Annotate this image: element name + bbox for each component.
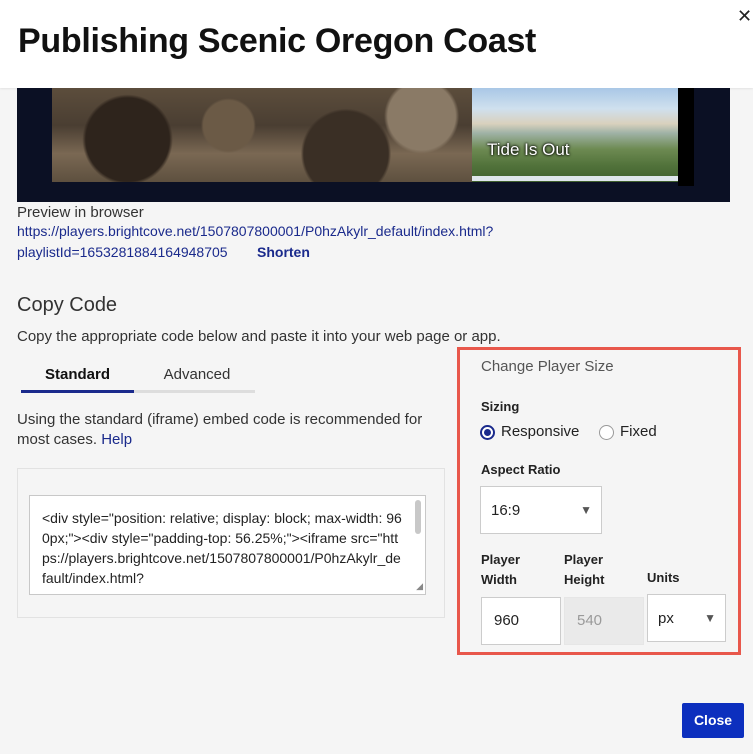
radio-responsive-label[interactable]: Responsive — [501, 423, 579, 440]
preview-label: Preview in browser — [17, 204, 144, 221]
player-height-input: 540 — [564, 597, 644, 645]
radio-fixed[interactable] — [599, 425, 614, 440]
help-link[interactable]: Help — [101, 431, 132, 448]
copy-code-instructions: Copy the appropriate code below and past… — [17, 328, 501, 345]
player-height-value: 540 — [577, 612, 603, 629]
preview-url-link[interactable]: https://players.brightcove.net/150780780… — [17, 223, 493, 239]
units-select[interactable]: px ▼ — [647, 594, 726, 642]
radio-fixed-label[interactable]: Fixed — [620, 423, 657, 440]
embed-code-text[interactable]: <div style="position: relative; display:… — [42, 508, 402, 588]
sizing-label: Sizing — [481, 399, 520, 414]
close-icon[interactable]: ✕ — [737, 6, 752, 27]
embed-code-textarea[interactable]: <div style="position: relative; display:… — [29, 495, 426, 595]
player-width-value[interactable]: 960 — [494, 612, 519, 629]
chevron-down-icon: ▼ — [580, 503, 592, 517]
resize-handle-icon[interactable]: ◢ — [416, 581, 423, 592]
chevron-down-icon: ▼ — [704, 611, 716, 625]
tab-active-indicator — [21, 390, 134, 393]
aspect-ratio-value: 16:9 — [491, 502, 521, 519]
standard-description-text: Using the standard (iframe) embed code i… — [17, 411, 423, 448]
radio-responsive[interactable] — [480, 425, 495, 440]
close-button[interactable]: Close — [682, 703, 744, 738]
preview-shadow — [678, 88, 694, 186]
units-value: px — [658, 610, 674, 627]
modal-title: Publishing Scenic Oregon Coast — [18, 22, 537, 60]
player-height-label-1: Player — [564, 552, 604, 567]
tab-advanced[interactable]: Advanced — [139, 366, 255, 383]
preview-url-link-cont[interactable]: playlistId=1653281884164948705 — [17, 244, 228, 260]
player-size-title: Change Player Size — [481, 358, 614, 375]
shorten-link[interactable]: Shorten — [257, 244, 310, 260]
scrollbar-thumb[interactable] — [415, 500, 421, 534]
aspect-ratio-select[interactable]: 16:9 ▼ — [480, 486, 602, 534]
slide-caption: Tide Is Out — [487, 140, 570, 159]
preview-image-beach — [472, 88, 678, 182]
tab-standard[interactable]: Standard — [21, 366, 134, 383]
player-width-label-1: Player — [481, 552, 521, 567]
standard-description: Using the standard (iframe) embed code i… — [17, 410, 447, 450]
player-height-label-2: Height — [564, 572, 605, 587]
aspect-ratio-label: Aspect Ratio — [481, 462, 561, 477]
preview-progress-strip — [472, 176, 678, 181]
player-width-label-2: Width — [481, 572, 517, 587]
player-width-input[interactable]: 960 — [481, 597, 561, 645]
preview-image-rocks — [52, 88, 472, 182]
units-label: Units — [647, 570, 680, 585]
copy-code-title: Copy Code — [17, 294, 118, 316]
